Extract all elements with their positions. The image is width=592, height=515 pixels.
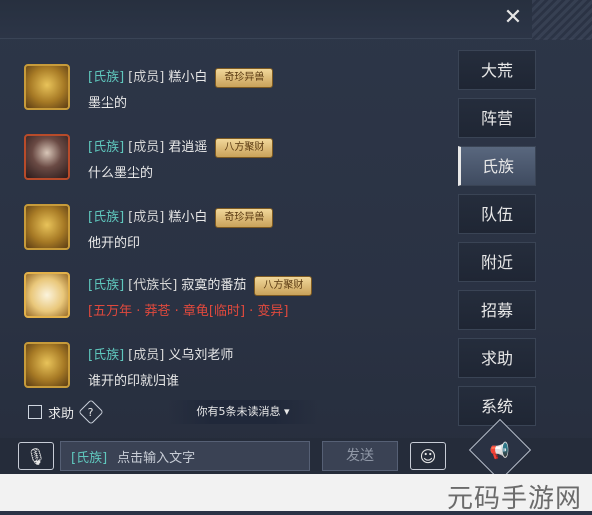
voice-input-button[interactable]: 🎙 xyxy=(18,442,54,470)
input-placeholder: 点击输入文字 xyxy=(117,450,196,466)
clan-tag: [氏族] xyxy=(88,140,125,155)
corner-decoration xyxy=(532,0,592,40)
player-name[interactable]: 君逍遥 xyxy=(168,140,207,155)
girl-avatar[interactable] xyxy=(24,134,70,180)
ox-avatar[interactable] xyxy=(24,272,70,318)
emoji-button[interactable]: ☺ xyxy=(410,442,446,470)
watermark-text: 元码手游网 xyxy=(446,484,582,514)
chat-panel: ✕ [氏族] [成员] 糕小白 奇珍异兽 墨尘的 [氏族] [成员] 君逍遥 八方聚财 什么… xyxy=(0,0,592,514)
message-text: 什么墨尘的 xyxy=(88,166,154,181)
message-text: 他开的印 xyxy=(88,236,141,251)
chat-message: [氏族] [成员] 君逍遥 八方聚财 什么墨尘的 xyxy=(18,128,450,194)
message-header: [氏族] [成员] 糕小白 奇珍异兽 xyxy=(88,206,274,228)
dragon-avatar[interactable] xyxy=(24,204,70,250)
send-button[interactable]: 发送 xyxy=(322,441,398,471)
tab-help[interactable]: 求助 xyxy=(458,338,536,378)
chat-input[interactable]: [氏族] 点击输入文字 xyxy=(60,441,310,471)
clan-tag: [氏族] xyxy=(88,210,125,225)
chat-message-list[interactable]: [氏族] [成员] 糕小白 奇珍异兽 墨尘的 [氏族] [成员] 君逍遥 八方聚财 什么墨尘… xyxy=(18,58,450,428)
role-tag: [成员] xyxy=(128,210,165,225)
role-tag: [成员] xyxy=(128,348,165,363)
dragon-avatar[interactable] xyxy=(24,64,70,110)
tab-camp[interactable]: 阵营 xyxy=(458,98,536,138)
unread-messages-notice[interactable]: 你有5条未读消息 ▾ xyxy=(168,400,318,424)
help-checkbox-label: 求助 xyxy=(48,406,75,422)
input-channel-tag: [氏族] xyxy=(71,450,108,466)
message-header: [氏族] [成员] 糕小白 奇珍异兽 xyxy=(88,66,274,88)
message-header: [氏族] [成员] 君逍遥 八方聚财 xyxy=(88,136,274,158)
title-badge: 奇珍异兽 xyxy=(215,67,274,88)
message-header: [氏族] [成员] 义乌刘老师 xyxy=(88,344,233,363)
player-name[interactable]: 义乌刘老师 xyxy=(168,348,233,363)
title-badge: 奇珍异兽 xyxy=(215,207,274,228)
tab-nearby[interactable]: 附近 xyxy=(458,242,536,282)
player-name[interactable]: 糕小白 xyxy=(168,210,207,225)
clan-tag: [氏族] xyxy=(88,348,125,363)
item-link-text[interactable]: [五万年 · 莽苍 · 章龟[临时] · 变异] xyxy=(88,300,288,319)
tab-clan[interactable]: 氏族 xyxy=(458,146,536,186)
emoji-icon: ☺ xyxy=(419,446,437,466)
chat-message: [氏族] [成员] 义乌刘老师 谁开的印就归谁 xyxy=(18,336,450,402)
question-icon[interactable]: ? xyxy=(78,399,104,425)
channel-tabs: 大荒 阵营 氏族 队伍 附近 招募 求助 系统 xyxy=(458,50,548,430)
microphone-icon: 🎙 xyxy=(25,446,47,466)
message-header: [氏族] [代族长] 寂寞的番茄 八方聚财 xyxy=(88,274,313,296)
tab-team[interactable]: 队伍 xyxy=(458,194,536,234)
tab-recruit[interactable]: 招募 xyxy=(458,290,536,330)
message-text: 墨尘的 xyxy=(88,96,128,111)
chat-footer: 求助 ? 你有5条未读消息 ▾ xyxy=(18,399,450,425)
help-checkbox[interactable] xyxy=(28,405,42,419)
chat-message: [氏族] [代族长] 寂寞的番茄 八方聚财 [五万年 · 莽苍 · 章龟[临时] · … xyxy=(18,266,450,332)
chat-message: [氏族] [成员] 糕小白 奇珍异兽 他开的印 xyxy=(18,198,450,264)
chat-message: [氏族] [成员] 糕小白 奇珍异兽 墨尘的 xyxy=(18,58,450,124)
dragon-avatar[interactable] xyxy=(24,342,70,388)
player-name[interactable]: 糕小白 xyxy=(168,70,207,85)
role-tag: [成员] xyxy=(128,70,165,85)
clan-tag: [氏族] xyxy=(88,70,125,85)
close-icon[interactable]: ✕ xyxy=(496,2,530,32)
clan-tag: [氏族] xyxy=(88,278,125,293)
megaphone-icon: 📢 xyxy=(490,440,510,460)
role-tag: [代族长] xyxy=(128,278,178,293)
tab-dahuang[interactable]: 大荒 xyxy=(458,50,536,90)
role-tag: [成员] xyxy=(128,140,165,155)
message-text: 谁开的印就归谁 xyxy=(88,374,180,389)
title-badge: 八方聚财 xyxy=(215,137,274,158)
player-name[interactable]: 寂寞的番茄 xyxy=(181,278,246,293)
title-badge: 八方聚财 xyxy=(254,275,313,296)
